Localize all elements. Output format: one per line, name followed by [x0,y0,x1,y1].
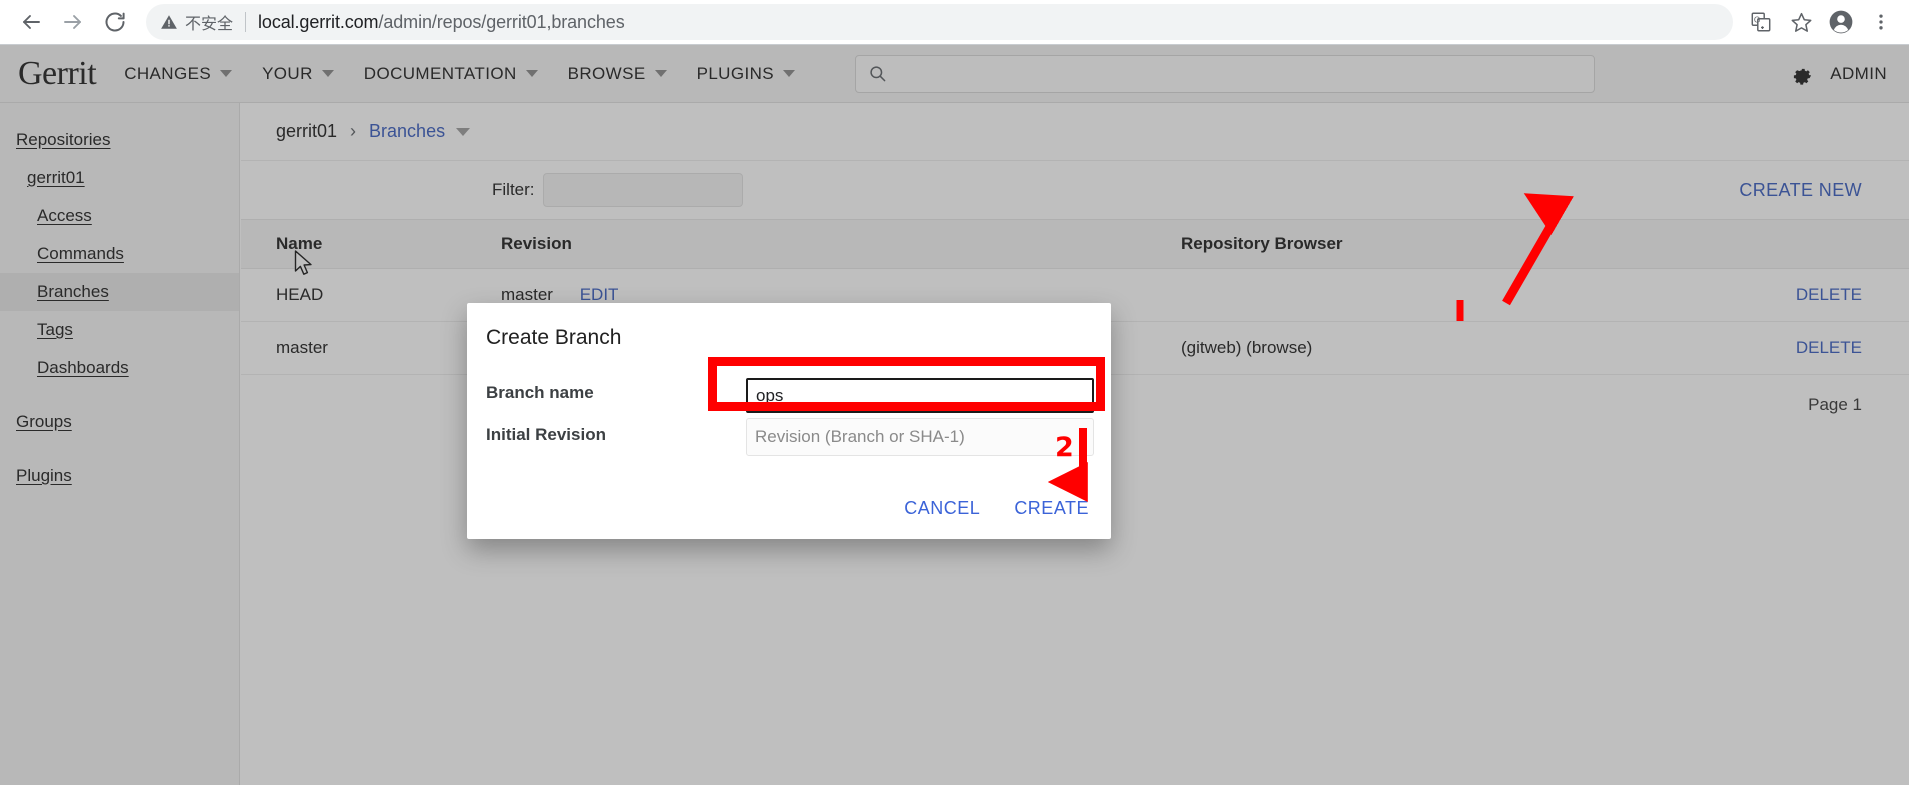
translate-icon[interactable]: G [1741,2,1781,42]
warning-triangle-icon [160,13,178,31]
security-warning[interactable]: 不安全 [160,10,233,34]
dialog-title: Create Branch [486,326,622,349]
omnibox-divider [245,12,247,32]
svg-text:G: G [1754,15,1760,24]
address-bar[interactable]: 不安全 local.gerrit.com/admin/repos/gerrit0… [146,4,1733,40]
url-host: local.gerrit.com [258,11,379,32]
browser-chrome: 不安全 local.gerrit.com/admin/repos/gerrit0… [0,0,1909,45]
url-text: local.gerrit.com/admin/repos/gerrit01,br… [258,12,625,33]
dialog-actions: CANCEL CREATE [904,498,1089,519]
star-icon[interactable] [1781,2,1821,42]
forward-arrow-icon[interactable] [52,1,94,43]
branch-name-input[interactable] [746,378,1094,413]
security-label: 不安全 [185,16,234,33]
three-dot-menu-icon[interactable] [1861,2,1901,42]
initial-revision-input[interactable] [746,418,1094,456]
profile-avatar-icon[interactable] [1821,2,1861,42]
reload-icon[interactable] [94,1,136,43]
branch-name-label: Branch name [486,383,594,402]
cancel-button[interactable]: CANCEL [904,498,980,519]
create-branch-dialog: Create Branch Branch name Initial Revisi… [467,303,1111,539]
url-path: /admin/repos/gerrit01,branches [378,11,625,32]
back-arrow-icon[interactable] [10,1,52,43]
create-button[interactable]: CREATE [1014,498,1089,519]
initial-revision-label: Initial Revision [486,425,606,444]
